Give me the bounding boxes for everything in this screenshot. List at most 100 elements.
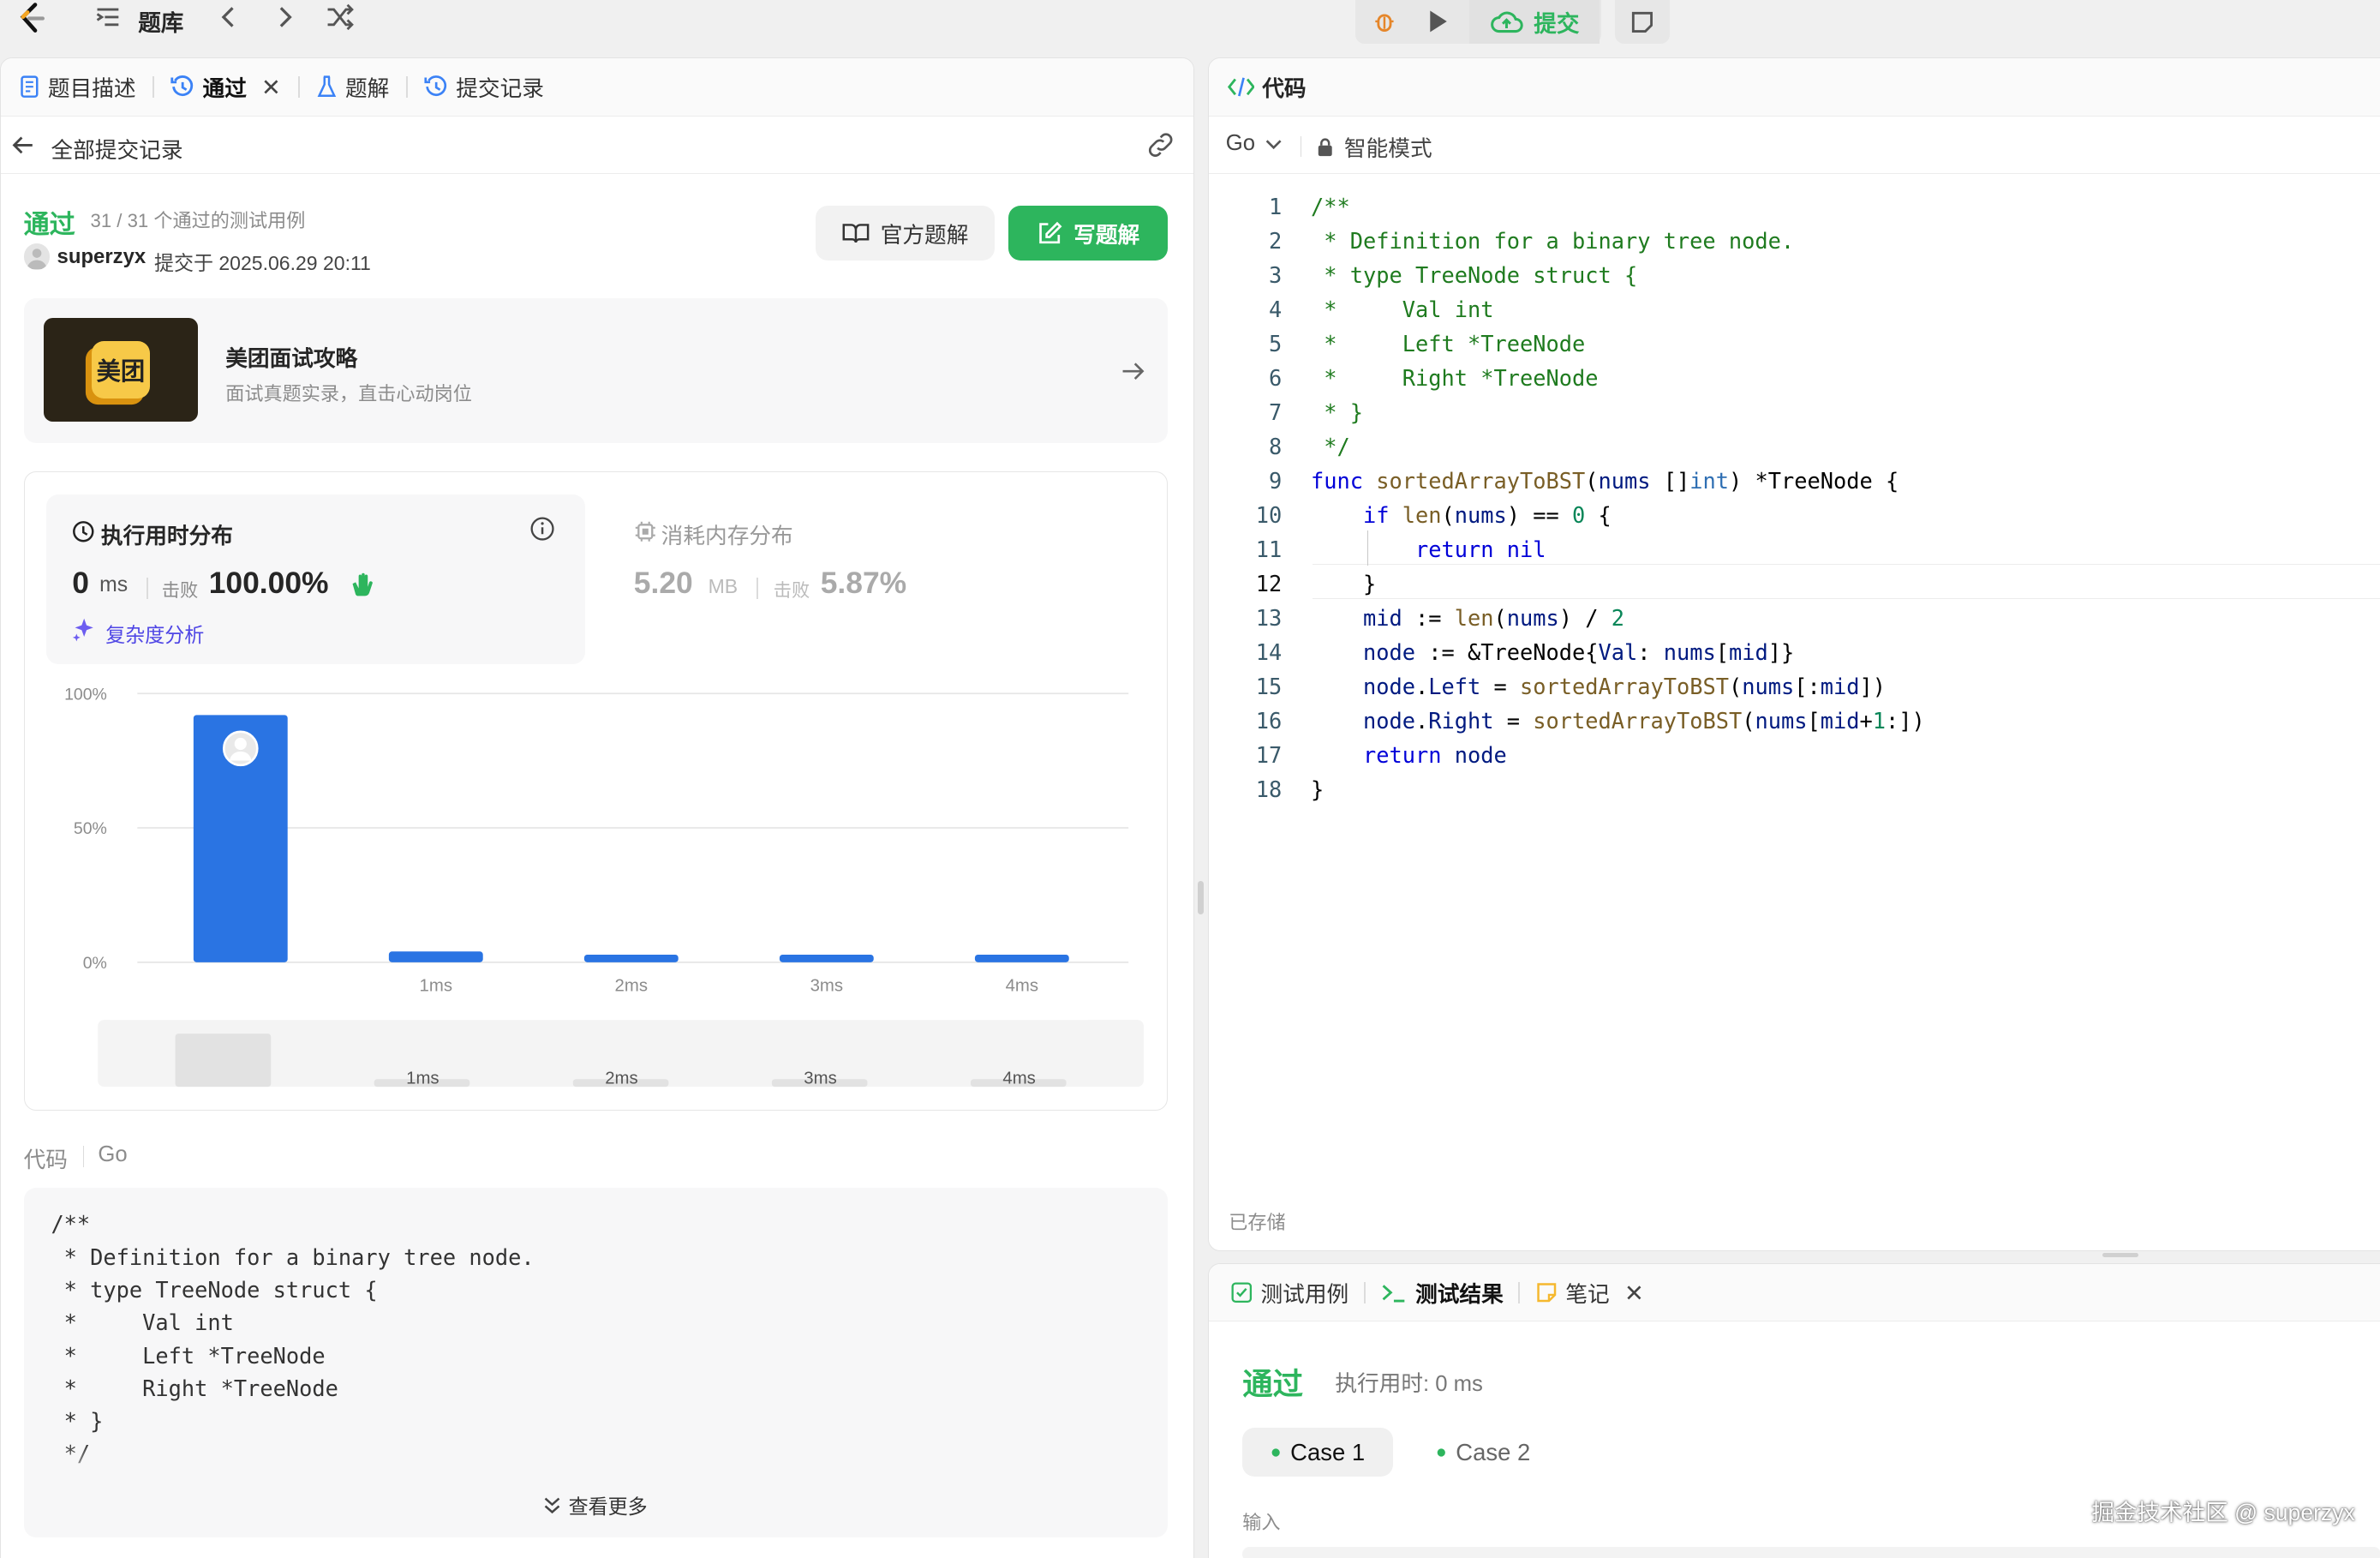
notes-button[interactable] [1615, 0, 1670, 45]
tab-testcases[interactable]: 测试用例 [1230, 1264, 1348, 1321]
write-solution-label: 写题解 [1073, 223, 1140, 248]
case-tab-1[interactable]: ● Case 1 [1242, 1428, 1393, 1477]
bar-2ms [584, 954, 679, 962]
horizontal-splitter-handle[interactable] [2102, 1252, 2139, 1257]
minimap-label: 1ms [406, 1069, 439, 1088]
link-icon[interactable] [1145, 133, 1175, 157]
code-line: * Val int [1310, 296, 1494, 322]
problem-bank-title[interactable]: 题库 [138, 4, 183, 38]
debug-icon[interactable] [1363, 3, 1406, 40]
tab-accepted[interactable]: 通过 [170, 58, 281, 116]
play-icon [1429, 10, 1447, 33]
checkbox-icon [1231, 1282, 1253, 1303]
minimap-bar [175, 1033, 272, 1087]
promo-banner[interactable]: 美团 美团面试攻略 面试真题实录，直击心动岗位 [23, 298, 1169, 443]
line-number: 10 [1255, 501, 1283, 528]
line-number-gutter: 1 2 3 4 5 6 7 8 9 10 11 12 13 14 15 16 17 18 [1215, 189, 1283, 807]
code-line: */ [1310, 433, 1350, 459]
language-select[interactable]: Go [1226, 131, 1283, 156]
fade-overlay [23, 1443, 1169, 1489]
smart-mode-toggle[interactable]: 智能模式 [1317, 131, 1432, 163]
runtime-distribution-chart[interactable]: 0% 50% 100% 1ms 2ms 3ms 4ms 1ms 2ms 3ms 4ms [46, 675, 1146, 1100]
show-more-label: 查看更多 [568, 1495, 648, 1519]
bar-4ms [975, 954, 1069, 962]
editor-title: 代码 [1262, 76, 1307, 101]
tab-label: 题解 [344, 76, 390, 101]
tab-label: 笔记 [1565, 1282, 1610, 1307]
input-box[interactable] [1242, 1546, 2380, 1558]
code-editor-text[interactable]: /** * Definition for a binary tree node.… [1311, 189, 1925, 807]
tab-submissions[interactable]: 提交记录 [424, 58, 544, 116]
book-icon [842, 224, 870, 243]
x-tick-label: 2ms [615, 976, 648, 995]
divider [756, 578, 759, 600]
minimap-label: 4ms [1003, 1069, 1036, 1088]
username[interactable]: superzyx [57, 245, 147, 269]
sparkle-icon [73, 619, 94, 642]
line-number: 18 [1255, 776, 1283, 803]
saved-status: 已存储 [1229, 1212, 1286, 1234]
code-line: if len(nums) == 0 { [1362, 501, 1612, 528]
problem-list-icon[interactable] [94, 3, 122, 31]
next-problem-icon[interactable] [273, 3, 297, 31]
runtime-label: 执行用时分布 [100, 524, 233, 549]
code-line: /** [1310, 193, 1350, 219]
meituan-logo-text: 美团 [92, 340, 150, 399]
leetcode-logo-icon[interactable] [15, 2, 49, 41]
terminal-icon [1382, 1285, 1405, 1303]
tab-notes[interactable]: 笔记 [1535, 1264, 1644, 1321]
runtime-card[interactable]: 执行用时分布 0 ms 击败 100.00% 复杂度分析 [46, 494, 586, 665]
case-label: Case 1 [1290, 1438, 1366, 1465]
code-line: * Left *TreeNode [1310, 330, 1586, 357]
left-panel: 题目描述 通过 题解 提交记录 全部提交记录 通过 31 / 31 个通过的测试… [0, 57, 1195, 1558]
line-number: 17 [1255, 742, 1283, 769]
minimap-label: 3ms [804, 1069, 836, 1088]
runtime-beats-value: 100.00% [208, 566, 329, 601]
submit-button[interactable]: 提交 [1469, 0, 1600, 45]
code-line: node.Right = sortedArrayToBST(nums[mid+1… [1362, 708, 1925, 734]
code-line: func sortedArrayToBST(nums []int) *TreeN… [1310, 467, 1899, 494]
divider [1300, 135, 1302, 158]
back-row: 全部提交记录 [1, 117, 1194, 174]
shuffle-icon[interactable] [325, 3, 355, 31]
smart-mode-label: 智能模式 [1343, 137, 1432, 162]
write-solution-button[interactable]: 写题解 [1008, 206, 1169, 261]
edit-icon [1038, 221, 1062, 243]
editor-toolbar: Go 智能模式 [1209, 117, 2380, 174]
tab-label: 提交记录 [456, 76, 544, 101]
submit-time: 提交于 2025.06.29 20:11 [153, 252, 371, 274]
all-submissions-link[interactable]: 全部提交记录 [51, 133, 182, 165]
memory-card[interactable]: 消耗内存分布 5.20 MB 击败 5.87% [608, 494, 1147, 664]
close-icon[interactable] [1624, 1282, 1645, 1303]
tab-description[interactable]: 题目描述 [19, 58, 136, 116]
tab-test-result[interactable]: 测试结果 [1380, 1264, 1504, 1321]
run-button[interactable] [1414, 3, 1460, 40]
note-icon [1631, 11, 1653, 33]
back-arrow-icon[interactable] [11, 135, 35, 156]
x-tick-label: 3ms [810, 976, 843, 995]
line-number: 4 [1269, 296, 1283, 322]
line-number: 11 [1255, 536, 1283, 562]
tab-divider [298, 76, 300, 98]
code-line: return nil [1414, 536, 1546, 562]
code-line: * Right *TreeNode [1310, 364, 1599, 391]
close-icon[interactable] [260, 76, 282, 98]
official-solution-button[interactable]: 官方题解 [816, 206, 996, 261]
divider [82, 1145, 85, 1167]
vertical-splitter-handle[interactable] [1197, 880, 1204, 914]
promo-subtitle: 面试真题实录，直击心动岗位 [225, 383, 472, 405]
prev-problem-icon[interactable] [216, 3, 240, 31]
runtime-beats-label: 击败 [161, 580, 199, 602]
document-icon [21, 75, 39, 99]
complexity-analysis-link[interactable]: 复杂度分析 [105, 619, 204, 648]
avatar[interactable] [23, 243, 50, 270]
arrow-right-icon[interactable] [1120, 359, 1147, 383]
line-number: 9 [1269, 467, 1283, 494]
test-tab-bar: 测试用例 测试结果 笔记 [1209, 1264, 2380, 1322]
show-more-button[interactable]: 查看更多 [542, 1490, 648, 1519]
info-icon[interactable] [529, 516, 555, 542]
case-tab-2[interactable]: ● Case 2 [1419, 1428, 1548, 1477]
tab-solutions[interactable]: 题解 [316, 58, 389, 116]
line-number: 5 [1269, 330, 1283, 357]
watermark: 掘金技术社区 @ superzyx [2091, 1500, 2355, 1526]
